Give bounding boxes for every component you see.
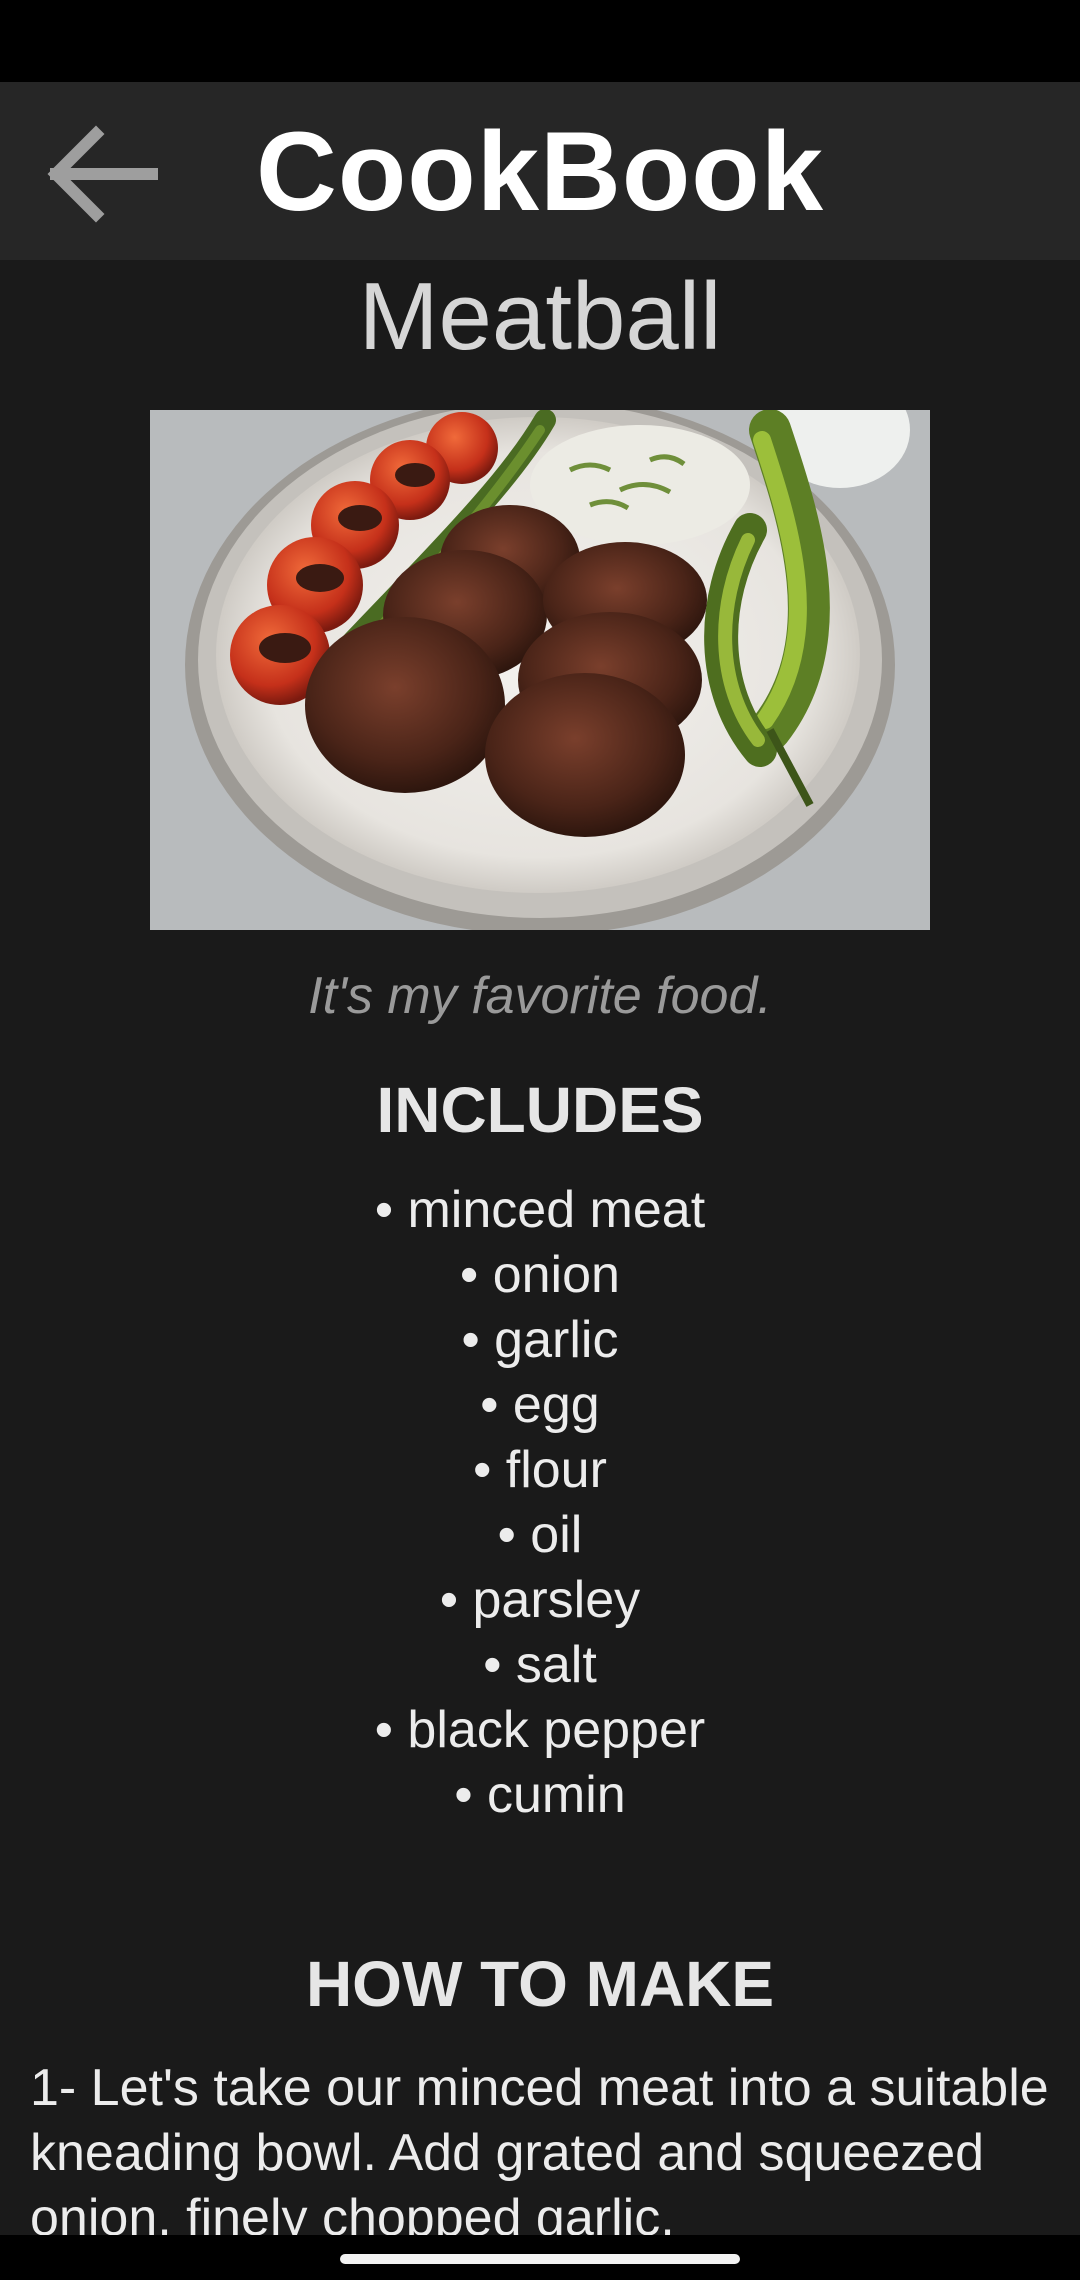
- recipe-content[interactable]: Meatball It's my favorite food. INCLUDES…: [0, 260, 1080, 2235]
- list-item: • cumin: [454, 1766, 626, 1824]
- recipe-title: Meatball: [358, 263, 722, 370]
- list-item: • minced meat: [374, 1181, 706, 1239]
- app-bar: CookBook: [0, 82, 1080, 260]
- ingredient-list: • minced meat • onion • garlic • egg • f…: [0, 1178, 1080, 1828]
- list-item: • oil: [497, 1506, 583, 1564]
- list-item: • onion: [460, 1246, 620, 1304]
- recipe-photo: [150, 410, 930, 930]
- list-item: • black pepper: [374, 1701, 706, 1759]
- how-to-make-heading: HOW TO MAKE: [305, 1948, 775, 2020]
- navigation-bar: [0, 2235, 1080, 2280]
- arrow-left-icon: [47, 125, 158, 223]
- list-item: • flour: [473, 1441, 607, 1499]
- includes-heading: INCLUDES: [376, 1074, 704, 1146]
- list-item: • garlic: [461, 1311, 619, 1369]
- back-button[interactable]: [30, 104, 170, 244]
- status-bar: [0, 0, 1080, 82]
- meatball-plate-illustration: [150, 410, 930, 930]
- recipe-caption: It's my favorite food.: [308, 967, 772, 1025]
- home-indicator[interactable]: [340, 2254, 740, 2264]
- list-item: • salt: [483, 1636, 597, 1694]
- list-item: • egg: [480, 1376, 600, 1434]
- instructions-text: 1- Let's take our minced meat into a sui…: [30, 2059, 1049, 2235]
- list-item: • parsley: [439, 1571, 641, 1629]
